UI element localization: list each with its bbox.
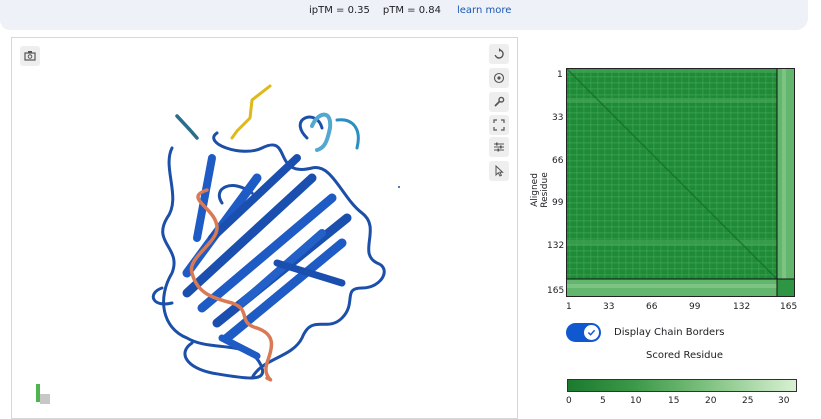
y-tick: 66: [552, 156, 564, 166]
colorbar-tick: 10: [630, 396, 642, 406]
scored-residue-label: Scored Residue: [646, 350, 724, 361]
x-tick: 132: [733, 302, 751, 312]
colorbar-tick: 5: [600, 396, 606, 406]
pae-heatmap[interactable]: [566, 68, 795, 297]
x-tick: 165: [780, 302, 798, 312]
chain-borders-toggle[interactable]: [566, 323, 601, 342]
x-tick: 33: [603, 302, 615, 312]
colorbar-tick: 20: [705, 396, 717, 406]
y-tick: 132: [547, 241, 565, 251]
colorbar-tick: 15: [668, 396, 680, 406]
display-chain-borders-label: Display Chain Borders: [614, 327, 725, 338]
colorbar-tick: 25: [742, 396, 754, 406]
pae-panel: Aligned Residue 1 33 66 99 132 165 1 33 …: [0, 0, 821, 406]
y-axis-label: Aligned Residue: [530, 172, 550, 208]
x-tick: 99: [689, 302, 701, 312]
x-tick: 1: [566, 302, 572, 312]
toggle-knob: [584, 325, 599, 340]
y-tick: 1: [557, 70, 563, 80]
y-tick: 99: [552, 198, 564, 208]
colorbar-tick: 30: [778, 396, 790, 406]
pae-colorbar: [567, 379, 797, 392]
colorbar-tick: 0: [566, 396, 572, 406]
y-tick: 165: [547, 286, 565, 296]
check-icon: [587, 329, 596, 336]
y-tick: 33: [552, 113, 564, 123]
x-tick: 66: [646, 302, 658, 312]
